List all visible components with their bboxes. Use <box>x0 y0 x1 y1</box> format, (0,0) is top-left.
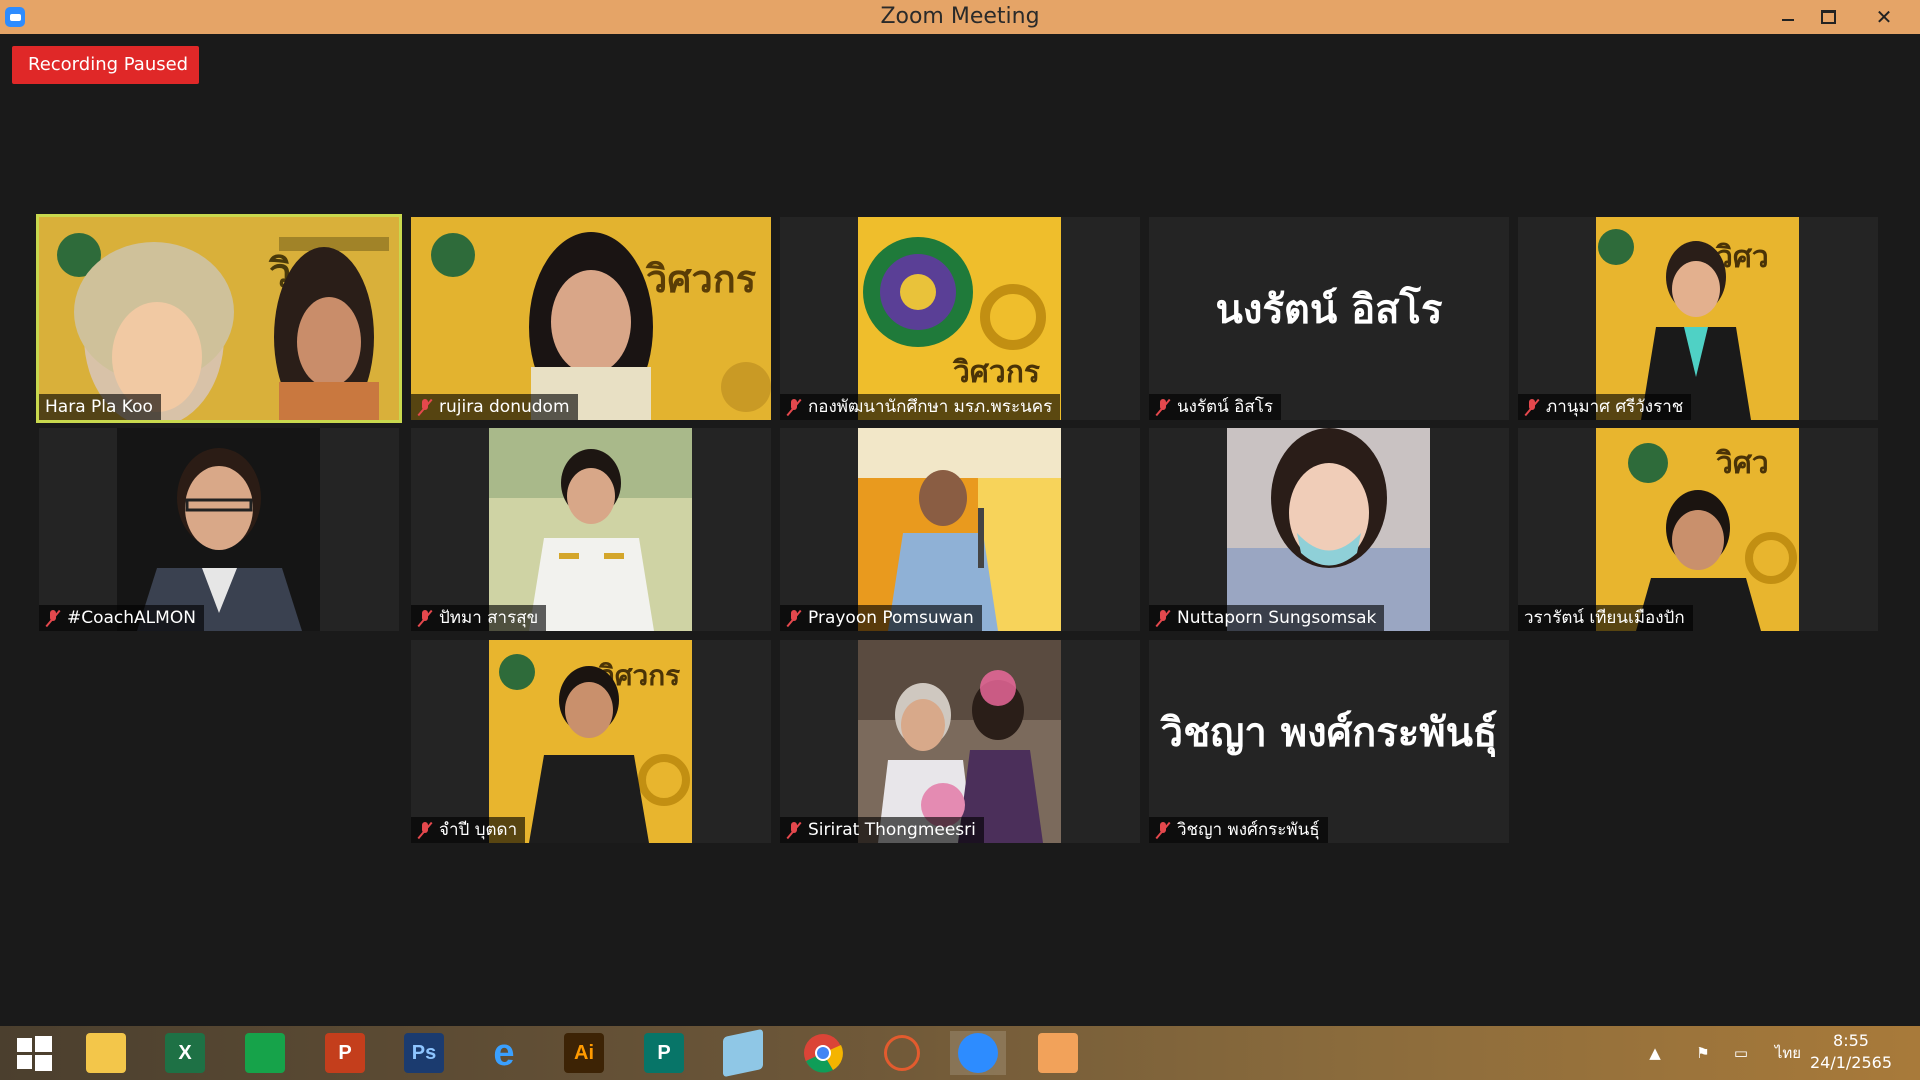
file-explorer-icon[interactable] <box>78 1031 134 1075</box>
svg-text:วิศว: วิศว <box>1715 446 1769 481</box>
mic-muted-icon <box>786 821 802 839</box>
participant-video: วิศว <box>1596 217 1799 420</box>
participant-tile[interactable]: Nuttaporn Sungsomsak <box>1149 428 1509 631</box>
chevron-up-icon[interactable]: ▲ <box>1640 1026 1670 1080</box>
participant-name-tag: rujira donudom <box>411 394 578 420</box>
zoom-icon <box>5 7 25 27</box>
mic-muted-icon <box>786 609 802 627</box>
participant-name-tag: นงรัตน์ อิสโร <box>1149 394 1281 420</box>
participant-name-tag: #CoachALMON <box>39 605 204 631</box>
participant-video <box>1227 428 1430 631</box>
photoshop-icon[interactable]: Ps <box>396 1031 452 1075</box>
participant-video: วิ <box>39 217 399 420</box>
participant-name-tag: ภานุมาศ ศรีวังราช <box>1518 394 1692 420</box>
participant-tile[interactable]: Prayoon Pomsuwan <box>780 428 1140 631</box>
participant-tile[interactable]: #CoachALMON <box>39 428 399 631</box>
excel-icon[interactable]: X <box>157 1031 213 1075</box>
illustrator-icon[interactable]: Ai <box>556 1031 612 1075</box>
participant-name-tag: Hara Pla Koo <box>39 394 161 420</box>
participant-tile[interactable]: วิ Hara Pla Koo <box>36 214 402 423</box>
mic-muted-icon <box>786 398 802 416</box>
title-bar: Zoom Meeting ✕ <box>0 0 1920 34</box>
chrome-icon[interactable] <box>795 1031 851 1075</box>
mic-muted-icon <box>45 609 61 627</box>
clock[interactable]: 8:55 24/1/2565 <box>1796 1030 1906 1074</box>
participant-name-tag: จำปี บุตดา <box>411 817 526 843</box>
svg-text:วิศวกร: วิศวกร <box>645 256 756 301</box>
participant-name-tag: วรารัตน์ เทียนเมืองปัก <box>1518 605 1693 631</box>
participant-name-tag: Sirirat Thongmeesri <box>780 817 984 843</box>
participant-display-name: นงรัตน์ อิสโร <box>1215 286 1443 333</box>
internet-explorer-icon[interactable]: e <box>476 1031 532 1075</box>
participant-name: Prayoon Pomsuwan <box>808 608 974 628</box>
mic-muted-icon <box>1155 609 1171 627</box>
participant-video <box>858 428 1061 631</box>
participant-video <box>117 428 320 631</box>
participant-name-tag: Prayoon Pomsuwan <box>780 605 982 631</box>
network-icon[interactable]: ▭ <box>1726 1026 1756 1080</box>
participant-tile[interactable]: ปัทมา สารสุข <box>411 428 771 631</box>
participant-name: Nuttaporn Sungsomsak <box>1177 608 1377 628</box>
participant-display-name: วิชญา พงศ์กระพันธุ์ <box>1160 709 1498 756</box>
participant-name: ปัทมา สารสุข <box>439 608 539 628</box>
participant-video: วิศวกร <box>411 217 771 420</box>
mic-muted-icon <box>1155 398 1171 416</box>
mic-muted-icon <box>1155 821 1171 839</box>
clock-date: 24/1/2565 <box>1809 1053 1893 1072</box>
participant-name: rujira donudom <box>439 397 570 417</box>
mic-muted-icon <box>1524 398 1540 416</box>
participant-video <box>858 640 1061 843</box>
presentation-app-icon[interactable] <box>1030 1031 1086 1075</box>
svg-text:วิศวกร: วิศวกร <box>952 355 1040 390</box>
window-title: Zoom Meeting <box>880 4 1040 29</box>
participant-video <box>489 428 692 631</box>
mic-muted-icon <box>417 821 433 839</box>
participant-video: วิศว <box>1596 428 1799 631</box>
participant-tile[interactable]: นงรัตน์ อิสโร นงรัตน์ อิสโร <box>1149 217 1509 420</box>
participant-name: วรารัตน์ เทียนเมืองปัก <box>1524 608 1685 628</box>
participant-tile[interactable]: วิศวกร กองพัฒนานักศึกษา มรภ.พระนคร <box>780 217 1140 420</box>
publisher-icon[interactable]: P <box>636 1031 692 1075</box>
notes-icon[interactable] <box>715 1028 771 1078</box>
restore-icon[interactable] <box>1802 0 1854 34</box>
participant-video: วิศวกร <box>858 217 1061 420</box>
close-icon[interactable]: ✕ <box>1858 0 1910 34</box>
participant-tile[interactable]: วิศวกร rujira donudom <box>411 217 771 420</box>
store-icon[interactable] <box>237 1031 293 1075</box>
participant-name-tag: ปัทมา สารสุข <box>411 605 547 631</box>
participant-name-tag: Nuttaporn Sungsomsak <box>1149 605 1385 631</box>
participant-video: วิศวกร <box>489 640 692 843</box>
participant-name: ภานุมาศ ศรีวังราช <box>1546 397 1684 417</box>
participant-name: Hara Pla Koo <box>45 397 153 417</box>
participant-name: กองพัฒนานักศึกษา มรภ.พระนคร <box>808 397 1053 417</box>
zoom-icon[interactable] <box>950 1031 1006 1075</box>
participant-name: วิชญา พงศ์กระพันธุ์ <box>1177 820 1320 840</box>
powerpoint-icon[interactable]: P <box>317 1031 373 1075</box>
clock-time: 8:55 <box>1833 1031 1869 1050</box>
windows-start-icon[interactable] <box>6 1031 62 1075</box>
participant-tile[interactable]: วิศว ภานุมาศ ศรีวังราช <box>1518 217 1878 420</box>
participant-name: #CoachALMON <box>67 608 196 628</box>
participant-tile[interactable]: วิศว วรารัตน์ เทียนเมืองปัก <box>1518 428 1878 631</box>
mic-muted-icon <box>417 398 433 416</box>
taskbar: X P Ps e Ai P ▲ ⚑ ▭ ไทย 8:55 24/1/2565 <box>0 1026 1920 1080</box>
participant-name: จำปี บุตดา <box>439 820 518 840</box>
participant-name-tag: วิชญา พงศ์กระพันธุ์ <box>1149 817 1328 843</box>
mic-muted-icon <box>417 609 433 627</box>
participant-tile[interactable]: วิศวกร จำปี บุตดา <box>411 640 771 843</box>
recording-paused-badge[interactable]: Recording Paused <box>12 46 199 84</box>
participant-name-tag: กองพัฒนานักศึกษา มรภ.พระนคร <box>780 394 1061 420</box>
participant-tile[interactable]: วิชญา พงศ์กระพันธุ์ วิชญา พงศ์กระพันธุ์ <box>1149 640 1509 843</box>
participant-name: นงรัตน์ อิสโร <box>1177 397 1273 417</box>
participant-tile[interactable]: Sirirat Thongmeesri <box>780 640 1140 843</box>
action-center-flag-icon[interactable]: ⚑ <box>1688 1026 1718 1080</box>
snipping-tool-icon[interactable] <box>874 1031 930 1075</box>
participant-name: Sirirat Thongmeesri <box>808 820 976 840</box>
